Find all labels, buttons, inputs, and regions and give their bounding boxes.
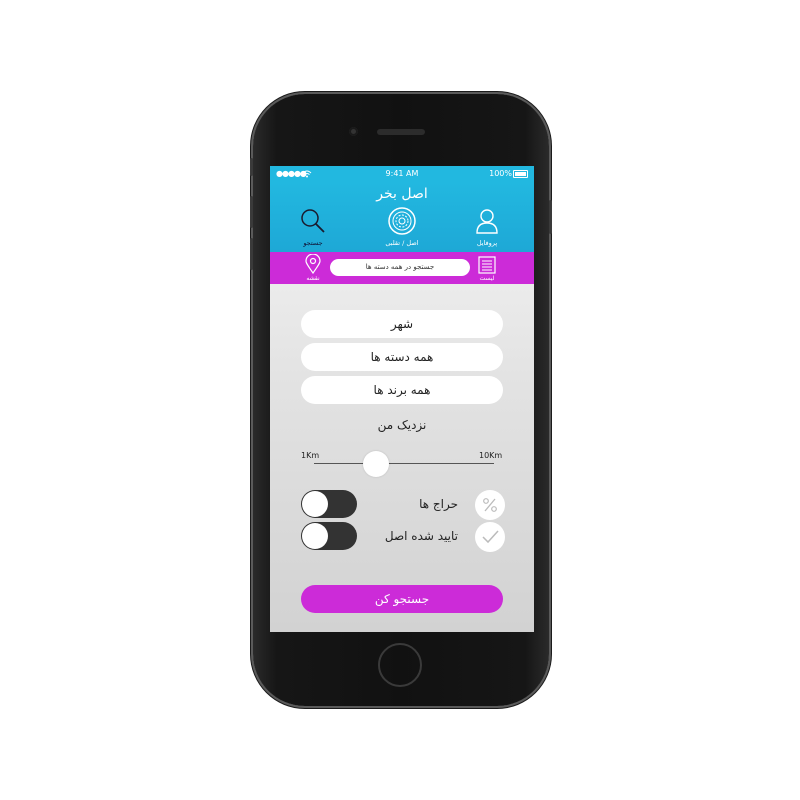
range-min-label: 1Km — [301, 451, 320, 460]
verified-original-label: تایید شده اصل — [384, 529, 458, 543]
home-button[interactable] — [378, 643, 422, 687]
percent-icon — [483, 498, 497, 512]
profile-icon — [476, 209, 498, 234]
brand-select[interactable]: همه برند ها — [301, 376, 503, 404]
verified-original-toggle[interactable] — [301, 522, 357, 550]
original-fake-badge-icon — [388, 207, 416, 235]
distance-slider-handle[interactable] — [363, 451, 389, 477]
distance-slider-track[interactable] — [314, 463, 494, 464]
phone-power-button — [549, 200, 552, 234]
app-screen: ●●●●● 9:41 AM 100% اصل بخر جستجو اصل / ت… — [270, 166, 534, 632]
list-icon — [478, 256, 496, 274]
sales-label: حراج ها — [419, 497, 458, 511]
checkmark-icon — [482, 530, 499, 544]
search-toolbar: نقشه جستجو در همه دسته ها لیست — [270, 252, 534, 284]
verified-icon-badge — [475, 522, 505, 552]
map-pin-icon — [305, 254, 321, 274]
nav-original-fake-label: اصل / تقلبی — [385, 239, 419, 247]
sales-toggle[interactable] — [301, 490, 357, 518]
near-me-label: نزدیک من — [377, 418, 427, 432]
phone-volume-up — [250, 196, 253, 228]
nav-profile-label: پروفایل — [476, 239, 498, 247]
category-select[interactable]: همه دسته ها — [301, 343, 503, 371]
battery-percent: 100% — [489, 169, 512, 178]
app-header: اصل بخر جستجو اصل / تقلبی پروفایل — [270, 182, 534, 252]
earpiece-speaker — [377, 129, 425, 135]
phone-volume-down — [250, 238, 253, 270]
nav-search-label: جستجو — [303, 239, 323, 247]
city-select[interactable]: شهر — [301, 310, 503, 338]
search-submit-button[interactable]: جستجو کن — [301, 585, 503, 613]
status-bar: ●●●●● 9:41 AM 100% — [270, 166, 534, 182]
search-icon — [301, 209, 325, 233]
phone-silent-switch — [250, 158, 253, 176]
list-view-label: لیست — [479, 275, 495, 282]
front-camera — [349, 127, 358, 136]
search-input[interactable]: جستجو در همه دسته ها — [330, 259, 470, 276]
sales-toggle-knob — [302, 491, 328, 517]
sales-icon-badge — [475, 490, 505, 520]
map-view-label: نقشه — [306, 275, 320, 282]
range-max-label: 10Km — [479, 451, 503, 460]
verified-original-toggle-knob — [302, 523, 328, 549]
battery-icon — [513, 170, 528, 178]
app-title: اصل بخر — [376, 186, 428, 202]
